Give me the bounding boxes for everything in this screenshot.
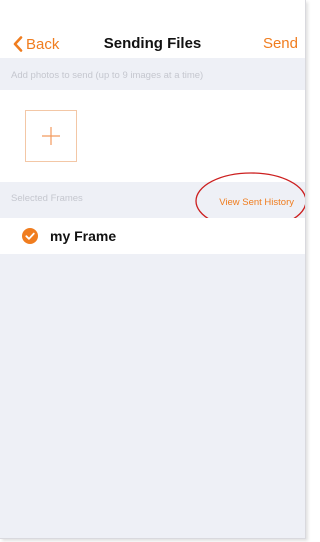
checkmark-circle-icon [22,228,38,244]
frame-name: my Frame [50,228,117,244]
screen: Back Sending Files Send Add photos to se… [0,0,306,539]
photo-area [0,90,305,182]
frame-list-item[interactable]: my Frame [0,218,305,254]
plus-icon [42,127,60,145]
add-photo-button[interactable] [25,110,77,162]
send-button[interactable]: Send [263,35,298,52]
nav-bar: Back Sending Files Send [0,0,305,58]
hint-text: Add photos to send (up to 9 images at a … [11,70,204,81]
frames-section-label: Selected Frames [11,193,83,204]
page-title: Sending Files [103,35,202,52]
hint-bar: Add photos to send (up to 9 images at a … [0,58,305,90]
view-sent-history-link[interactable]: View Sent History [219,197,294,208]
frames-section-header: Selected Frames View Sent History [0,182,305,218]
